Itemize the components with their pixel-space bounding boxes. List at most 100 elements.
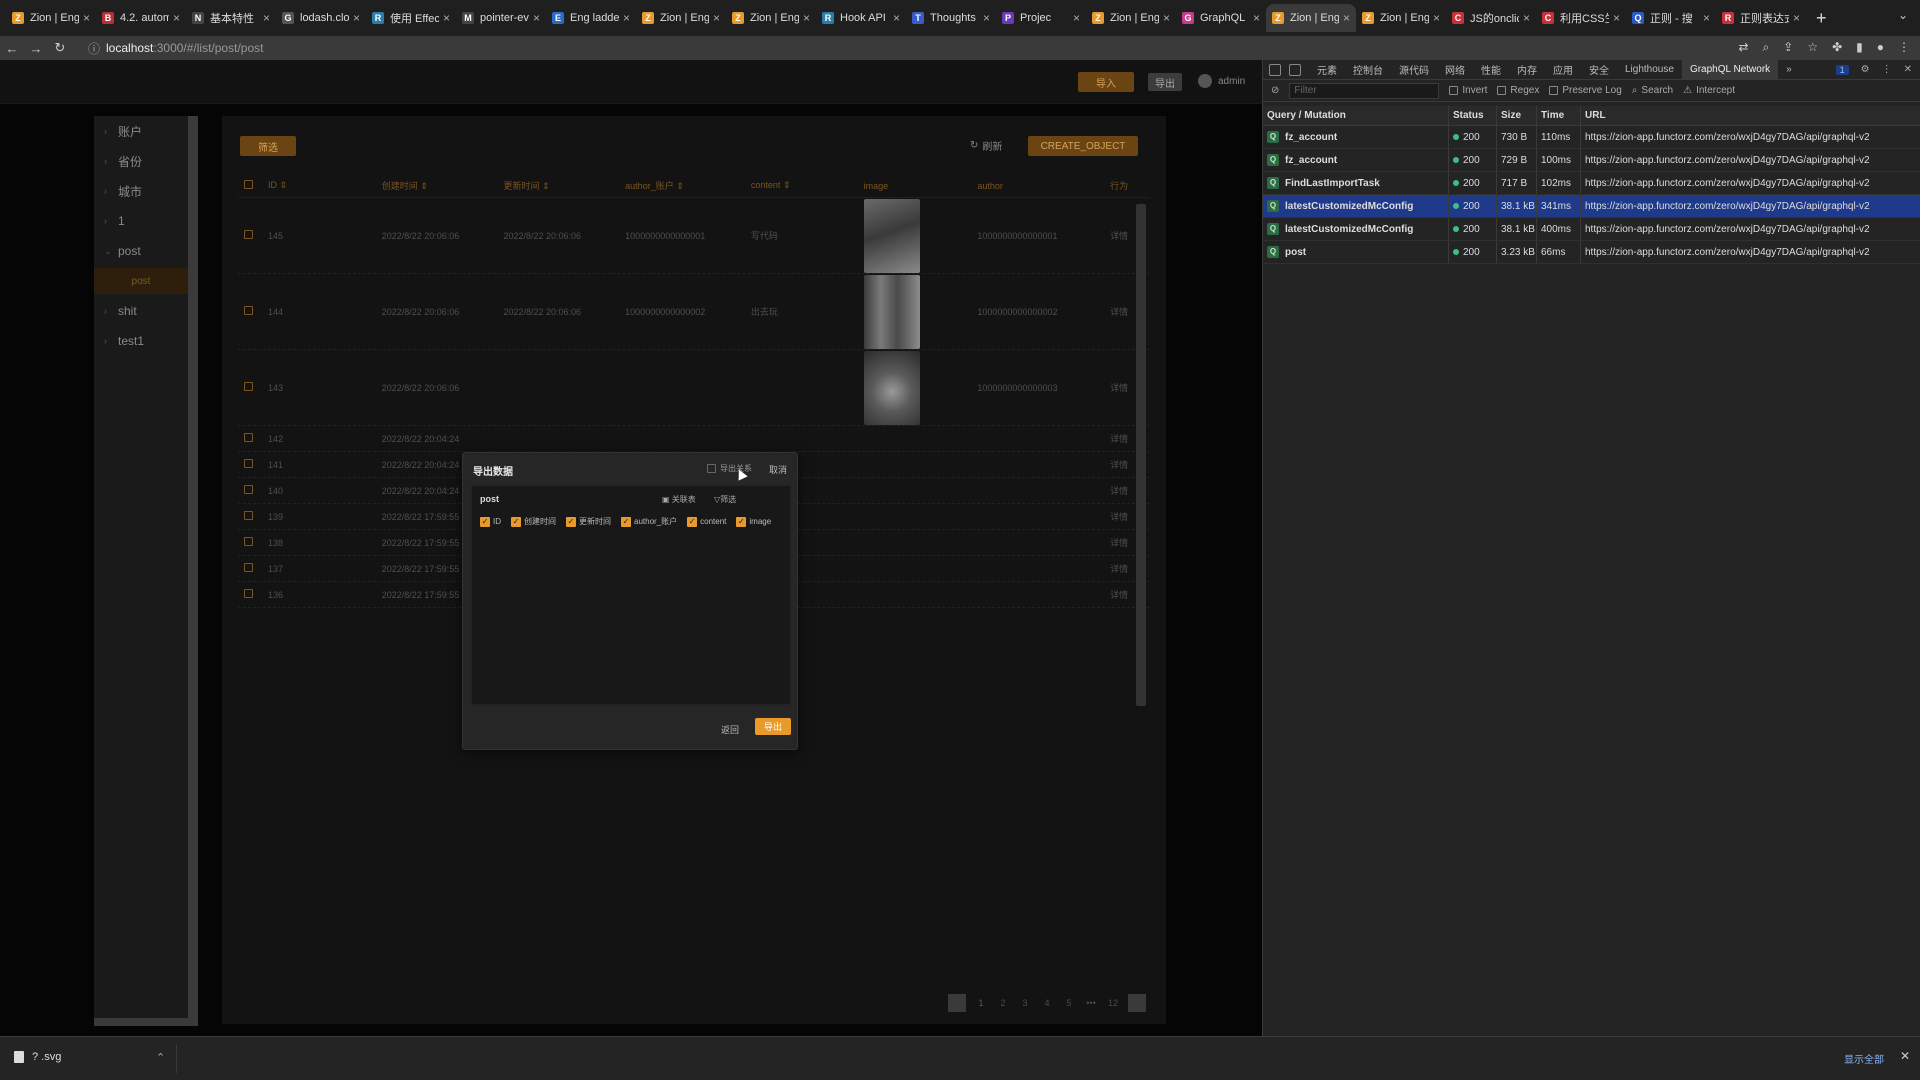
share-icon[interactable]: ⇪	[1783, 40, 1793, 55]
request-row[interactable]: Qfz_account 200 730 B 110ms https://zion-app…	[1263, 126, 1920, 149]
associate-table-button[interactable]: ▣ 关联表	[662, 494, 696, 505]
download-options-chevron-icon[interactable]: ⌃	[156, 1051, 165, 1064]
row-checkbox[interactable]	[238, 230, 268, 241]
devtools-tab[interactable]: 应用	[1545, 62, 1581, 77]
inspect-icon[interactable]	[1269, 63, 1281, 76]
devtools-tab[interactable]: Lighthouse	[1617, 64, 1682, 75]
sidepanel-icon[interactable]: ▮	[1856, 40, 1863, 55]
column-header[interactable]: 更新时间 ⇕	[503, 179, 625, 192]
page-number[interactable]: 3	[1018, 998, 1032, 1008]
page-number[interactable]: 5	[1062, 998, 1076, 1008]
table-row[interactable]: 143 2022/8/22 20:06:06 1000000000000003 详情	[238, 350, 1150, 426]
create-object-button[interactable]: CREATE_OBJECT	[1028, 136, 1138, 156]
next-page-button[interactable]	[1128, 994, 1146, 1012]
tab-close-icon[interactable]: ×	[1433, 11, 1440, 25]
devtools-tab[interactable]: 网络	[1437, 62, 1473, 77]
page-number[interactable]: 4	[1040, 998, 1054, 1008]
table-row[interactable]: 144 2022/8/22 20:06:06 2022/8/22 20:06:06 1…	[238, 274, 1150, 350]
tab-close-icon[interactable]: ×	[533, 11, 540, 25]
browser-tab[interactable]: Z Zion | Eng ×	[636, 4, 726, 32]
sidebar-item[interactable]: › shit	[94, 296, 188, 326]
table-row[interactable]: 142 2022/8/22 20:04:24 详情	[238, 426, 1150, 452]
row-checkbox[interactable]	[238, 459, 268, 470]
browser-tab[interactable]: C JS的onclic ×	[1446, 4, 1536, 32]
field-checkbox[interactable]: ✓ author_账户	[621, 516, 677, 527]
request-row[interactable]: Qpost 200 3.23 kB 66ms https://zion-app.func…	[1263, 241, 1920, 264]
tab-close-icon[interactable]: ×	[1253, 11, 1260, 25]
tab-close-icon[interactable]: ×	[623, 11, 630, 25]
address-bar[interactable]: ⓘ localhost:3000/#/list/post/post	[88, 38, 1708, 58]
browser-tab[interactable]: G GraphQL ×	[1176, 4, 1266, 32]
issues-badge[interactable]: 1	[1835, 64, 1849, 75]
row-checkbox[interactable]	[238, 589, 268, 600]
browser-tab[interactable]: N 基本特性 ×	[186, 4, 276, 32]
browser-tab[interactable]: Glodash.clo ×	[276, 4, 366, 32]
filter-option-checkbox[interactable]: Regex	[1497, 85, 1539, 96]
sidebar-subitem-post[interactable]: post	[94, 268, 188, 294]
sidebar-item[interactable]: › 1	[94, 206, 188, 236]
request-column-header[interactable]: Query / Mutation	[1263, 106, 1449, 125]
shelf-close-icon[interactable]: ✕	[1900, 1049, 1910, 1063]
export-button[interactable]: 导出	[1148, 73, 1182, 91]
menu-icon[interactable]: ⋮	[1898, 40, 1910, 55]
table-scrollbar[interactable]	[1136, 204, 1146, 706]
devtools-close-icon[interactable]: ✕	[1904, 64, 1912, 75]
row-checkbox[interactable]	[238, 563, 268, 574]
site-info-icon[interactable]: ⓘ	[88, 40, 100, 57]
column-header[interactable]: ID ⇕	[268, 180, 382, 191]
more-tabs-icon[interactable]: »	[1778, 64, 1800, 75]
dialog-filter-button[interactable]: ▽筛选	[714, 494, 736, 505]
devtools-tab[interactable]: 安全	[1581, 62, 1617, 77]
devtools-tab[interactable]: 元素	[1309, 62, 1345, 77]
field-checkbox[interactable]: ✓ content	[687, 516, 726, 527]
request-column-header[interactable]: URL	[1581, 106, 1920, 125]
reload-icon[interactable]: ↻	[48, 40, 72, 56]
show-all-downloads-link[interactable]: 显示全部	[1844, 1051, 1884, 1066]
column-header[interactable]: 创建时间 ⇕	[382, 179, 504, 192]
sidebar-item[interactable]: ⌄ post	[94, 236, 188, 266]
filter-button[interactable]: 筛选	[240, 136, 296, 156]
browser-tab[interactable]: P Projec ×	[996, 4, 1086, 32]
table-row[interactable]: 145 2022/8/22 20:06:06 2022/8/22 20:06:06 1…	[238, 198, 1150, 274]
tab-close-icon[interactable]: ×	[1163, 11, 1170, 25]
page-number[interactable]: 12	[1106, 998, 1120, 1008]
tab-close-icon[interactable]: ×	[1613, 11, 1620, 25]
new-tab-button[interactable]: +	[1816, 8, 1827, 29]
row-checkbox[interactable]	[238, 382, 268, 393]
clear-icon[interactable]: ⊘	[1271, 85, 1279, 96]
select-all-checkbox[interactable]	[238, 180, 268, 191]
dialog-cancel-button[interactable]: 取消	[769, 463, 787, 476]
dialog-back-button[interactable]: 返回	[721, 723, 739, 736]
tab-close-icon[interactable]: ×	[173, 11, 180, 25]
devtools-tab[interactable]: 源代码	[1391, 62, 1437, 77]
tab-close-icon[interactable]: ×	[983, 11, 990, 25]
devtools-tab[interactable]: GraphQL Network	[1681, 60, 1779, 79]
browser-tab[interactable]: Z Zion | Eng ×	[6, 4, 96, 32]
tab-close-icon[interactable]: ×	[83, 11, 90, 25]
tab-close-icon[interactable]: ×	[803, 11, 810, 25]
tab-close-icon[interactable]: ×	[1703, 11, 1710, 25]
device-toggle-icon[interactable]	[1289, 63, 1301, 76]
import-button[interactable]: 导入	[1078, 72, 1134, 92]
request-column-header[interactable]: Status	[1449, 106, 1497, 125]
browser-tab[interactable]: E Eng ladde ×	[546, 4, 636, 32]
prev-page-button[interactable]	[948, 994, 966, 1012]
sidebar-item[interactable]: › 账户	[94, 116, 188, 146]
column-header[interactable]: author_账户 ⇕	[625, 179, 751, 192]
field-checkbox[interactable]: ✓ 更新时间	[566, 516, 611, 527]
browser-tab[interactable]: Q 正则 - 搜 ×	[1626, 4, 1716, 32]
request-row[interactable]: QlatestCustomizedMcConfig 200 38.1 kB 341ms…	[1263, 195, 1920, 218]
tab-close-icon[interactable]: ×	[443, 11, 450, 25]
browser-tab[interactable]: Z Zion | Eng ×	[1086, 4, 1176, 32]
sidebar-item[interactable]: › 城市	[94, 176, 188, 206]
row-checkbox[interactable]	[238, 537, 268, 548]
tab-close-icon[interactable]: ×	[263, 11, 270, 25]
request-column-header[interactable]: Size	[1497, 106, 1537, 125]
image-thumbnail[interactable]	[863, 198, 920, 273]
tab-close-icon[interactable]: ×	[1343, 11, 1350, 25]
search-button[interactable]: ⌕ Search	[1632, 85, 1673, 96]
translate-icon[interactable]: ⇄	[1738, 40, 1748, 55]
field-checkbox[interactable]: ✓ 创建时间	[511, 516, 556, 527]
tab-close-icon[interactable]: ×	[893, 11, 900, 25]
tab-close-icon[interactable]: ×	[1523, 11, 1530, 25]
